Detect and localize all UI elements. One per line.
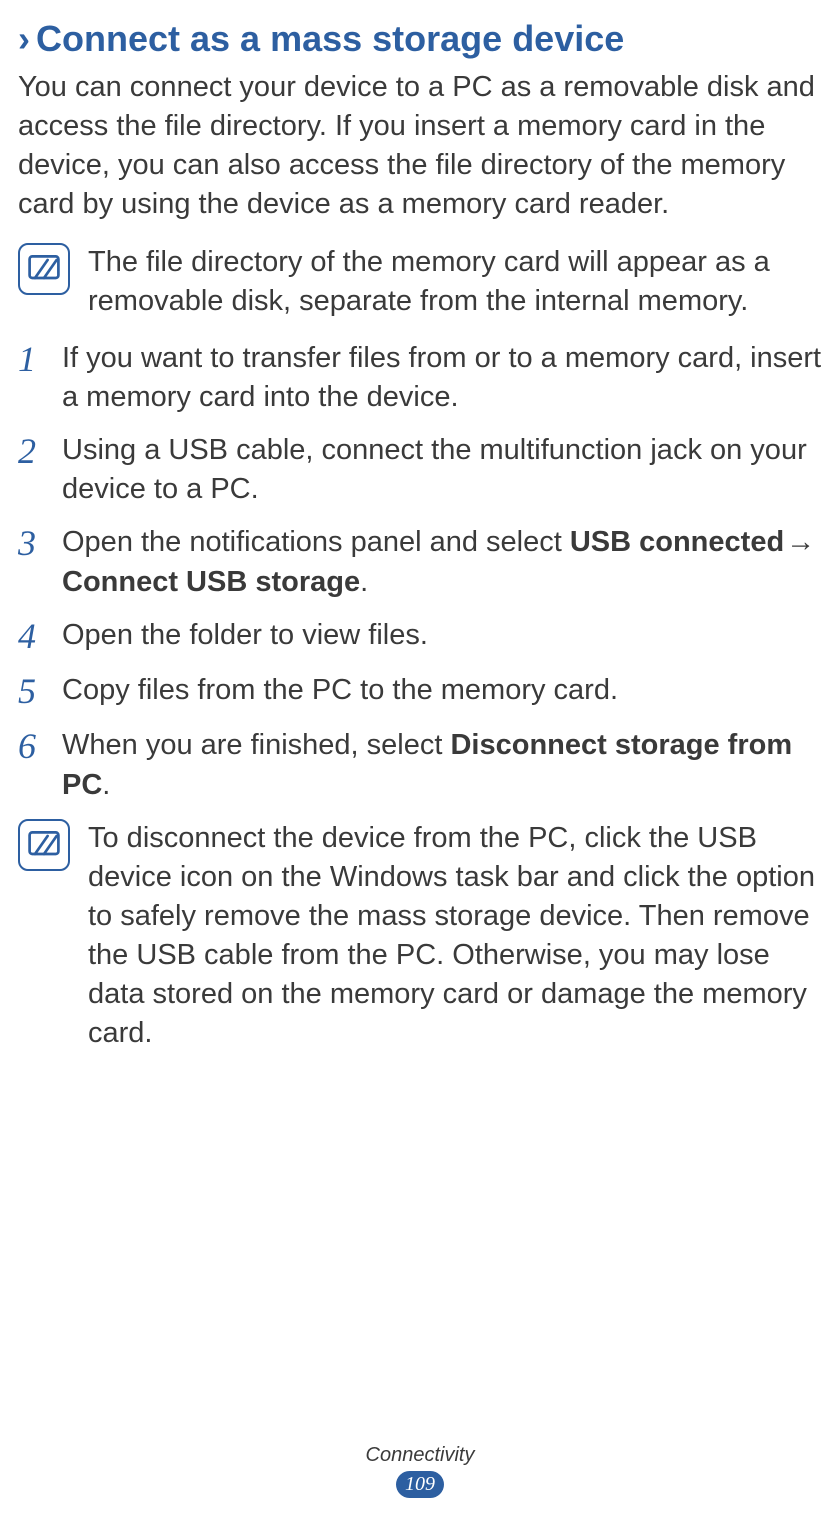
footer-label: Connectivity bbox=[0, 1444, 840, 1467]
steps-list: 1 If you want to transfer files from or … bbox=[18, 339, 822, 805]
note-box: To disconnect the device from the PC, cl… bbox=[18, 819, 822, 1054]
section-title-text: Connect as a mass storage device bbox=[36, 18, 624, 59]
note-text: The file directory of the memory card wi… bbox=[88, 243, 822, 321]
step-item: 6 When you are finished, select Disconne… bbox=[18, 726, 822, 804]
step-text: Copy files from the PC to the memory car… bbox=[62, 671, 822, 710]
step-text-part: . bbox=[102, 769, 110, 801]
page-content: ›Connect as a mass storage device You ca… bbox=[18, 0, 822, 1054]
step-item: 2 Using a USB cable, connect the multifu… bbox=[18, 431, 822, 509]
page-number: 109 bbox=[396, 1471, 444, 1498]
note-icon bbox=[18, 819, 70, 871]
arrow-right-icon: → bbox=[784, 523, 817, 562]
step-number: 3 bbox=[18, 523, 62, 564]
step-item: 5 Copy files from the PC to the memory c… bbox=[18, 671, 822, 712]
step-number: 4 bbox=[18, 616, 62, 657]
step-text: Open the folder to view files. bbox=[62, 616, 822, 655]
step-bold: Connect USB storage bbox=[62, 566, 360, 598]
step-number: 6 bbox=[18, 726, 62, 767]
step-text: Open the notifications panel and select … bbox=[62, 523, 822, 601]
step-bold: USB connected bbox=[570, 526, 784, 558]
step-item: 1 If you want to transfer files from or … bbox=[18, 339, 822, 417]
page-footer: Connectivity 109 bbox=[0, 1444, 840, 1498]
step-text-part: When you are finished, select bbox=[62, 729, 450, 761]
chevron-right-icon: › bbox=[18, 18, 30, 59]
note-icon bbox=[18, 243, 70, 295]
note-box: The file directory of the memory card wi… bbox=[18, 243, 822, 321]
note-text: To disconnect the device from the PC, cl… bbox=[88, 819, 822, 1054]
step-text: Using a USB cable, connect the multifunc… bbox=[62, 431, 822, 509]
intro-paragraph: You can connect your device to a PC as a… bbox=[18, 68, 822, 225]
step-item: 4 Open the folder to view files. bbox=[18, 616, 822, 657]
step-text: When you are finished, select Disconnect… bbox=[62, 726, 822, 804]
step-number: 5 bbox=[18, 671, 62, 712]
step-text-part: . bbox=[360, 566, 368, 598]
section-title: ›Connect as a mass storage device bbox=[18, 18, 822, 60]
step-text-part: Open the notifications panel and select bbox=[62, 526, 570, 558]
step-number: 2 bbox=[18, 431, 62, 472]
step-item: 3 Open the notifications panel and selec… bbox=[18, 523, 822, 601]
step-number: 1 bbox=[18, 339, 62, 380]
step-text: If you want to transfer files from or to… bbox=[62, 339, 822, 417]
